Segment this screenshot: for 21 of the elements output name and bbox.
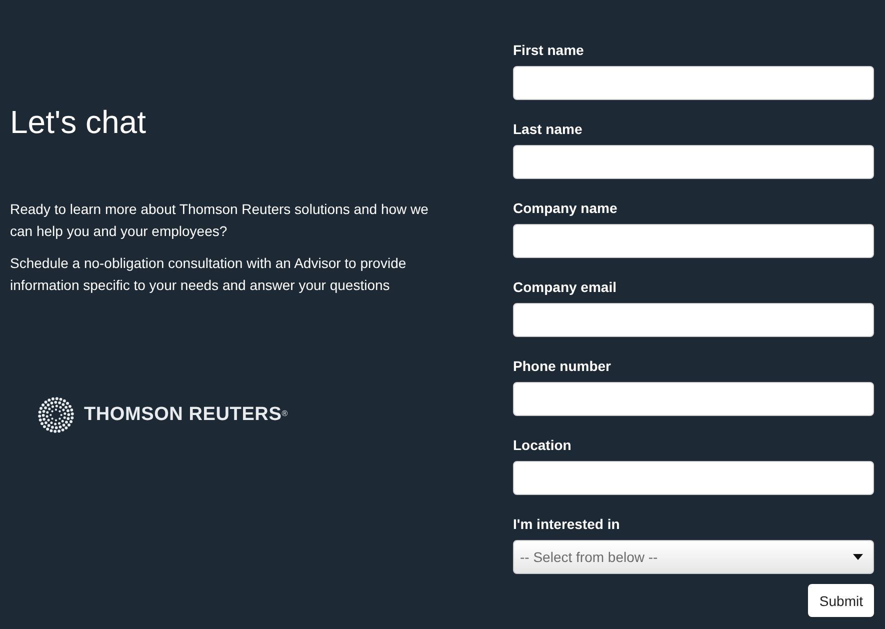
text-input[interactable] xyxy=(513,145,874,179)
text-input[interactable] xyxy=(513,303,874,337)
field-label: First name xyxy=(513,42,584,59)
field-label: Last name xyxy=(513,121,582,138)
field-label: Location xyxy=(513,437,572,454)
text-input[interactable] xyxy=(513,224,874,258)
intro-paragraph: Schedule a no-obligation consultation with an Advisor to provide information specific to your needs and answer your questions xyxy=(10,254,408,295)
field-label: I'm interested in xyxy=(513,516,620,533)
field-label: Company name xyxy=(513,200,618,217)
field-label: Phone number xyxy=(513,358,612,375)
page-heading: Let's chat xyxy=(10,103,146,141)
text-input[interactable] xyxy=(513,382,874,416)
caret-down-icon xyxy=(853,554,863,560)
field-label: Company email xyxy=(513,279,616,296)
select-dropdown[interactable]: -- Select from below -- xyxy=(513,540,874,574)
submit-button[interactable]: Submit xyxy=(808,584,874,617)
intro-paragraph: Ready to learn more about Thomson Reuters solutions and how we can help you and your employees? xyxy=(10,200,430,241)
dotted-circle-logo-icon xyxy=(38,397,74,433)
text-input[interactable] xyxy=(513,66,874,100)
text-input[interactable] xyxy=(513,461,874,495)
logo-wordmark: THOMSON REUTERS$^{®}$ xyxy=(84,403,288,427)
